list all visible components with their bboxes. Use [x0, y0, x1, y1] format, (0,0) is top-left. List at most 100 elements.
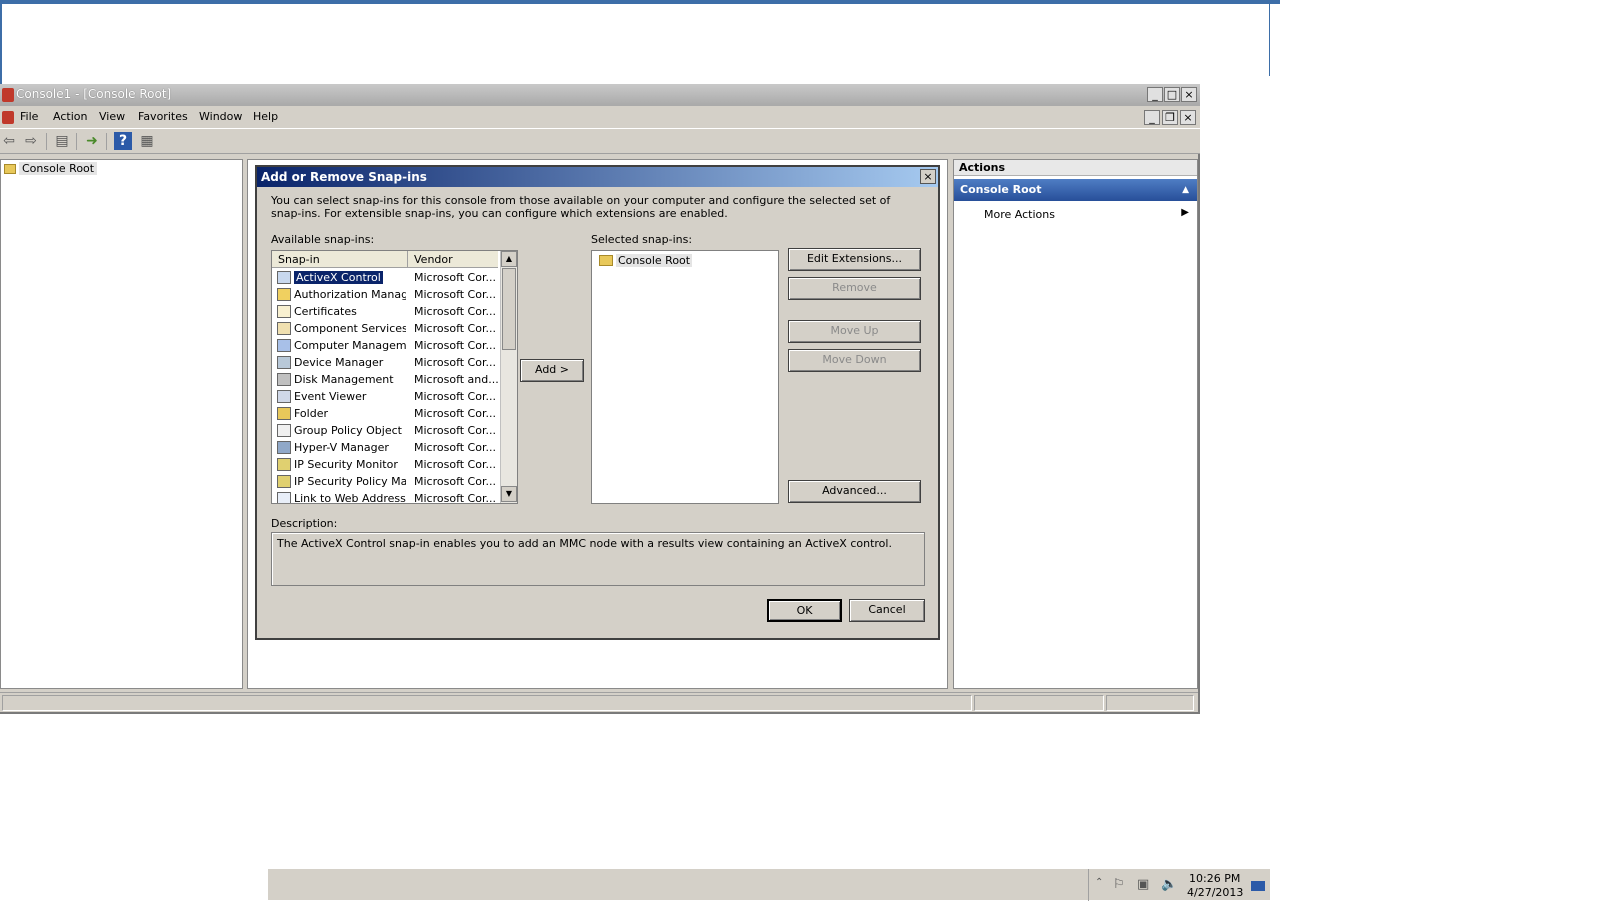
snapin-vendor: Microsoft Cor... — [414, 407, 496, 420]
group-policy-icon — [277, 424, 291, 437]
list-item[interactable]: Event Viewer Microsoft Cor... — [272, 388, 498, 405]
background-window-border — [1269, 4, 1270, 76]
scroll-thumb[interactable] — [502, 268, 516, 350]
list-scrollbar[interactable]: ▲ ▼ — [500, 251, 517, 503]
snapin-vendor: Microsoft Cor... — [414, 356, 496, 369]
back-arrow-icon[interactable]: ⇦ — [0, 132, 18, 150]
collapse-arrow-icon[interactable]: ▲ — [1182, 179, 1189, 201]
window-title: Console1 - [Console Root] — [16, 87, 172, 101]
minimize-button[interactable]: _ — [1147, 87, 1163, 102]
background-window-edge — [0, 0, 1280, 4]
column-snapin[interactable]: Snap-in — [278, 253, 320, 266]
snapin-vendor: Microsoft Cor... — [414, 492, 496, 504]
snapin-vendor: Microsoft Cor... — [414, 271, 496, 284]
forward-arrow-icon[interactable]: ⇨ — [22, 132, 40, 150]
title-bar[interactable]: Console1 - [Console Root] _ □ × — [0, 84, 1200, 106]
snapin-name: Certificates — [294, 305, 357, 318]
menu-window[interactable]: Window — [199, 110, 242, 123]
description-label: Description: — [271, 517, 338, 530]
help-icon[interactable]: ? — [114, 132, 132, 150]
child-minimize-button[interactable]: _ — [1144, 110, 1160, 125]
clock-date[interactable]: 4/27/2013 — [1187, 886, 1243, 899]
available-snapins-list[interactable]: Snap-in Vendor ActiveX Control Microsoft… — [271, 250, 518, 504]
list-item[interactable]: Hyper-V Manager Microsoft Cor... — [272, 439, 498, 456]
description-box: The ActiveX Control snap-in enables you … — [271, 532, 925, 586]
event-viewer-icon — [277, 390, 291, 403]
show-hide-action-pane-icon[interactable]: ▦ — [138, 132, 156, 150]
list-item[interactable]: Certificates Microsoft Cor... — [272, 303, 498, 320]
actions-pane: Actions Console Root ▲ More Actions ▶ — [953, 159, 1198, 689]
menu-favorites[interactable]: Favorites — [138, 110, 188, 123]
list-item[interactable]: Device Manager Microsoft Cor... — [272, 354, 498, 371]
snapin-name: Computer Managem... — [294, 339, 406, 352]
dialog-close-button[interactable]: × — [920, 169, 936, 184]
computer-management-icon — [277, 339, 291, 352]
network-icon[interactable]: ▣ — [1137, 877, 1149, 892]
edit-extensions-button[interactable]: Edit Extensions... — [788, 248, 921, 271]
snapin-name: Hyper-V Manager — [294, 441, 389, 454]
child-close-button[interactable]: × — [1180, 110, 1196, 125]
menu-help[interactable]: Help — [253, 110, 278, 123]
move-down-button[interactable]: Move Down — [788, 349, 921, 372]
scroll-down-icon[interactable]: ▼ — [501, 486, 517, 502]
dialog-title[interactable]: Add or Remove Snap-ins — [257, 167, 938, 187]
show-desktop-icon[interactable] — [1251, 881, 1265, 891]
column-vendor[interactable]: Vendor — [414, 253, 453, 266]
ok-button[interactable]: OK — [767, 599, 842, 622]
selected-item-console-root[interactable]: Console Root — [616, 254, 693, 267]
tree-item-console-root[interactable]: Console Root — [19, 162, 98, 175]
toolbar-separator — [76, 133, 77, 150]
snapin-vendor: Microsoft Cor... — [414, 322, 496, 335]
menu-file[interactable]: File — [20, 110, 38, 123]
cancel-button[interactable]: Cancel — [849, 599, 925, 622]
maximize-button[interactable]: □ — [1164, 87, 1180, 102]
folder-icon — [599, 255, 613, 266]
remove-button[interactable]: Remove — [788, 277, 921, 300]
show-hidden-icons-icon[interactable]: ⌃ — [1095, 877, 1103, 888]
ip-security-policy-icon — [277, 475, 291, 488]
snapin-name: Event Viewer — [294, 390, 367, 403]
more-actions-item[interactable]: More Actions — [984, 208, 1055, 221]
child-restore-button[interactable]: ❐ — [1162, 110, 1178, 125]
export-list-icon[interactable]: ➜ — [83, 132, 101, 150]
clock-time[interactable]: 10:26 PM — [1189, 872, 1240, 885]
certificates-icon — [277, 305, 291, 318]
column-divider[interactable] — [407, 251, 408, 268]
console-menu-icon[interactable] — [2, 111, 14, 124]
submenu-arrow-icon: ▶ — [1181, 207, 1189, 218]
show-hide-tree-icon[interactable]: ▤ — [53, 132, 71, 150]
status-bar — [0, 692, 1198, 712]
list-item[interactable]: ActiveX Control Microsoft Cor... — [272, 269, 498, 286]
list-item[interactable]: Folder Microsoft Cor... — [272, 405, 498, 422]
advanced-button[interactable]: Advanced... — [788, 480, 921, 503]
move-up-button[interactable]: Move Up — [788, 320, 921, 343]
volume-icon[interactable]: 🔈 — [1161, 877, 1177, 892]
status-cell — [1106, 695, 1194, 711]
scroll-up-icon[interactable]: ▲ — [501, 251, 517, 267]
list-item[interactable]: IP Security Monitor Microsoft Cor... — [272, 456, 498, 473]
dialog-intro-text: You can select snap-ins for this console… — [271, 194, 891, 220]
folder-icon — [277, 407, 291, 420]
menu-action[interactable]: Action — [53, 110, 87, 123]
list-item[interactable]: Link to Web Address Microsoft Cor... — [272, 490, 498, 504]
close-button[interactable]: × — [1181, 87, 1197, 102]
list-item[interactable]: Component Services Microsoft Cor... — [272, 320, 498, 337]
list-item[interactable]: Group Policy Object ... Microsoft Cor... — [272, 422, 498, 439]
list-item[interactable]: Computer Managem... Microsoft Cor... — [272, 337, 498, 354]
list-item[interactable]: IP Security Policy Ma... Microsoft Cor..… — [272, 473, 498, 490]
menu-view[interactable]: View — [99, 110, 125, 123]
list-item[interactable]: Disk Management Microsoft and... — [272, 371, 499, 388]
snapin-vendor: Microsoft Cor... — [414, 424, 496, 437]
actions-group-label: Console Root — [960, 183, 1042, 196]
component-services-icon — [277, 322, 291, 335]
snapin-name: Link to Web Address — [294, 492, 406, 504]
snapin-vendor: Microsoft Cor... — [414, 390, 496, 403]
snapin-name: IP Security Policy Ma... — [294, 475, 406, 488]
snapin-name: Disk Management — [294, 373, 394, 386]
actions-group-console-root[interactable]: Console Root ▲ — [954, 179, 1197, 201]
list-item[interactable]: Authorization Manager Microsoft Cor... — [272, 286, 498, 303]
folder-icon — [4, 164, 16, 174]
add-button[interactable]: Add > — [520, 359, 584, 382]
action-center-flag-icon[interactable]: ⚐ — [1113, 877, 1125, 892]
selected-snapins-list[interactable]: Console Root — [591, 250, 779, 504]
